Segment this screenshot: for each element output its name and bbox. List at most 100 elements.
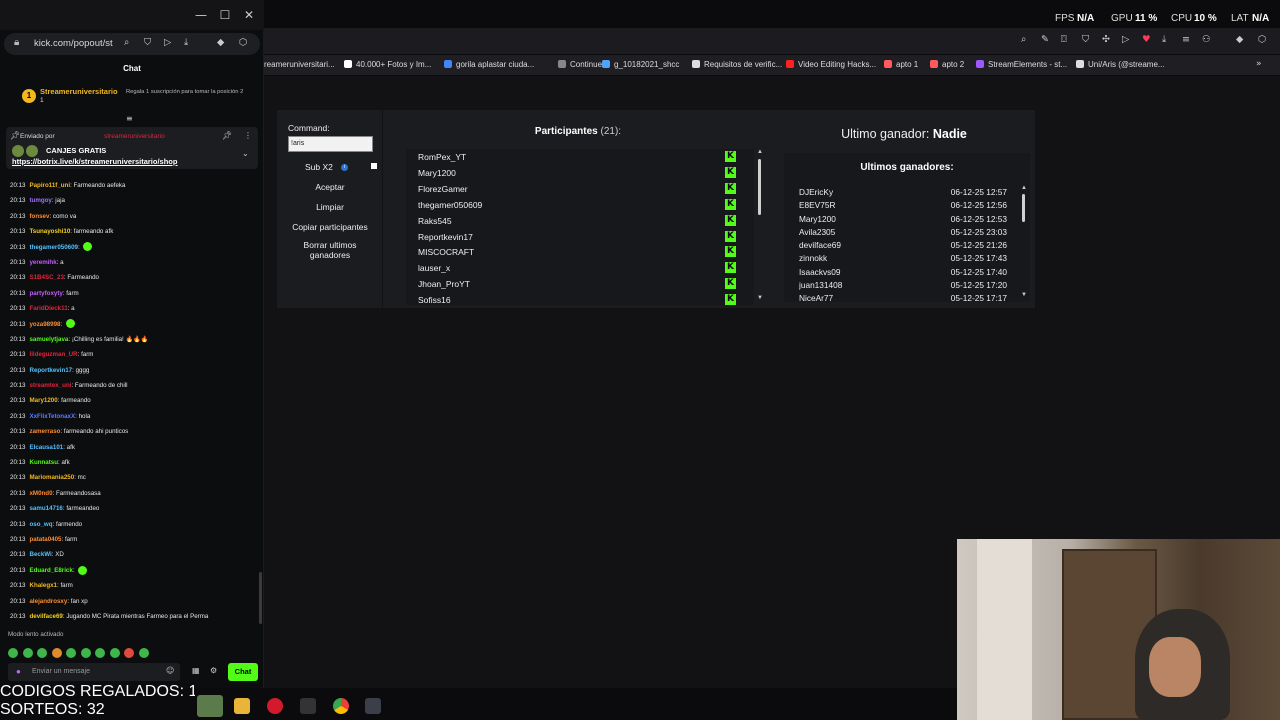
message-username[interactable]: Tsunayoshi10 bbox=[29, 228, 70, 235]
bookmark-item[interactable]: g_10182021_shcc bbox=[602, 60, 679, 69]
vpn-icon[interactable]: ✣ bbox=[1102, 34, 1110, 45]
clear-winners-button[interactable]: Borrar ultimos ganadores bbox=[284, 240, 376, 262]
message-username[interactable]: patata0405 bbox=[29, 536, 61, 543]
participant-row[interactable]: Raks545 K bbox=[418, 213, 748, 229]
unpin-icon[interactable]: 📌︎ bbox=[222, 131, 232, 140]
message-username[interactable]: fonsev bbox=[29, 213, 49, 220]
message-username[interactable]: Elcausa101 bbox=[29, 444, 63, 451]
winners-list[interactable]: DJEricKy 06-12-25 12:57 E8EV75R 06-12-25 12… bbox=[799, 186, 1009, 302]
shield-icon[interactable]: ⛉ bbox=[144, 37, 151, 48]
maximize-icon[interactable]: ☐ bbox=[217, 7, 233, 23]
winners-scrollbar[interactable]: ▲ ▼ bbox=[1020, 185, 1028, 302]
message-username[interactable]: xM0nd0 bbox=[29, 490, 52, 497]
app-thumbnail-icon[interactable] bbox=[197, 695, 223, 717]
participant-row[interactable]: Mary1200 K bbox=[418, 165, 748, 181]
message-username[interactable]: alejandrosxy bbox=[29, 598, 67, 605]
bookmark-item[interactable]: Video Editing Hacks... bbox=[786, 60, 876, 69]
close-icon[interactable]: ✕ bbox=[241, 7, 257, 23]
more-options-icon[interactable]: ⋮ bbox=[244, 131, 252, 140]
message-username[interactable]: samuelytjava bbox=[29, 336, 68, 343]
participant-row[interactable]: thegamer050609 K bbox=[418, 197, 748, 213]
extension-icon[interactable]: ◆ bbox=[1236, 34, 1243, 45]
chevron-down-icon[interactable]: ⌄ bbox=[242, 149, 249, 158]
message-username[interactable]: zamerraso bbox=[29, 428, 60, 435]
accept-button[interactable]: Aceptar bbox=[284, 179, 376, 195]
copy-participants-button[interactable]: Copiar participantes bbox=[284, 219, 376, 235]
bookmark-item[interactable]: apto 2 bbox=[930, 60, 964, 69]
more-bookmarks-icon[interactable]: » bbox=[1256, 59, 1262, 69]
app-icon[interactable] bbox=[300, 698, 316, 714]
scroll-down-icon[interactable]: ▼ bbox=[1020, 292, 1028, 298]
bookmark-item[interactable]: StreamElements - st... bbox=[976, 60, 1067, 69]
participants-scrollbar[interactable]: ▲ ▼ bbox=[756, 149, 764, 305]
message-username[interactable]: Khalegx1 bbox=[29, 582, 57, 589]
message-username[interactable]: streamtex_uni bbox=[29, 382, 71, 389]
message-username[interactable]: BeckWi bbox=[29, 551, 51, 558]
message-username[interactable]: S1B4SC_23 bbox=[29, 274, 63, 281]
message-username[interactable]: Eduard_E8rick bbox=[29, 567, 72, 574]
download-icon[interactable]: ⤓ bbox=[1162, 34, 1166, 45]
info-icon[interactable]: i bbox=[341, 164, 348, 171]
opera-gx-icon[interactable] bbox=[267, 698, 283, 714]
message-username[interactable]: lildeguzman_UR bbox=[29, 351, 77, 358]
bookmark-item[interactable]: Uni/Aris (@streame... bbox=[1076, 60, 1165, 69]
search-icon[interactable]: ⌕ bbox=[124, 37, 129, 48]
mic-icon[interactable]: ● bbox=[16, 667, 21, 676]
message-username[interactable]: thegamer050609 bbox=[29, 244, 78, 251]
heart-icon[interactable]: ♥ bbox=[1142, 34, 1151, 45]
obs-icon[interactable] bbox=[365, 698, 381, 714]
play-icon[interactable]: ▷ bbox=[1122, 34, 1129, 45]
message-username[interactable]: oso_wq bbox=[29, 521, 52, 528]
pinned-link[interactable]: https://botrix.live/k/streameruniversita… bbox=[12, 157, 177, 166]
pinned-sender[interactable]: streameruniversitario bbox=[104, 133, 165, 140]
message-username[interactable]: tumgoy bbox=[29, 197, 51, 204]
message-username[interactable]: devilface69 bbox=[29, 613, 62, 620]
message-username[interactable]: partyfoxyty bbox=[29, 290, 62, 297]
quick-emote-bar[interactable] bbox=[8, 645, 158, 658]
message-username[interactable]: yeremihk bbox=[29, 259, 56, 266]
emoji-icon[interactable]: ☺ bbox=[166, 666, 174, 675]
download-icon[interactable]: ⤓ bbox=[184, 37, 188, 48]
message-username[interactable]: Papiro11f_uni bbox=[29, 182, 70, 189]
sub-x2-checkbox[interactable] bbox=[371, 163, 377, 169]
message-username[interactable]: Mary1200 bbox=[29, 397, 57, 404]
play-icon[interactable]: ▷ bbox=[164, 37, 171, 48]
address-bar[interactable]: 🔒︎ kick.com/popout/st ⌕ ⛉ ▷ ⤓ ◆ ⬡ bbox=[4, 33, 260, 55]
participant-row[interactable]: lauser_x K bbox=[418, 260, 748, 276]
chat-send-button[interactable]: Chat bbox=[228, 663, 258, 681]
menu-icon[interactable]: ≡ bbox=[1182, 34, 1190, 45]
message-username[interactable]: yoza98998 bbox=[29, 321, 60, 328]
participant-row[interactable]: Sofiss16 K bbox=[418, 292, 748, 305]
cube-icon[interactable]: ⬡ bbox=[239, 37, 247, 48]
participant-row[interactable]: Jhoan_ProYT K bbox=[418, 276, 748, 292]
scroll-up-icon[interactable]: ▲ bbox=[1020, 185, 1028, 191]
bookmark-item[interactable]: Continue bbox=[558, 60, 602, 69]
message-username[interactable]: samu14716 bbox=[29, 505, 62, 512]
bookmark-item[interactable]: reameruniversitari... bbox=[264, 60, 335, 69]
message-username[interactable]: XxFlixTetonaxX bbox=[29, 413, 75, 420]
cube-icon[interactable]: ⬡ bbox=[1258, 34, 1266, 45]
shield-icon[interactable]: ⛉ bbox=[1082, 34, 1089, 45]
bookmark-item[interactable]: gorila aplastar ciuda... bbox=[444, 60, 534, 69]
participant-row[interactable]: MISCOCRAFT K bbox=[418, 244, 748, 260]
bookmark-item[interactable]: 40.000+ Fotos y Im... bbox=[344, 60, 431, 69]
message-username[interactable]: Reportkevin17 bbox=[29, 367, 72, 374]
collapse-icon[interactable]: ≡ bbox=[126, 114, 133, 123]
extension-icon[interactable]: ◆ bbox=[217, 37, 224, 48]
chrome-icon[interactable] bbox=[333, 698, 349, 714]
clear-button[interactable]: Limpiar bbox=[284, 199, 376, 215]
edit-icon[interactable]: ✎ bbox=[1041, 34, 1049, 45]
participant-row[interactable]: RomPex_YT K bbox=[418, 149, 748, 165]
participants-list[interactable]: RomPex_YT K Mary1200 K FlorezGamer Kthegamer0… bbox=[406, 149, 754, 305]
command-input[interactable]: !aris bbox=[288, 136, 373, 152]
scroll-thumb[interactable] bbox=[1022, 194, 1025, 222]
profile-icon[interactable]: ⚇ bbox=[1202, 34, 1211, 45]
scroll-thumb[interactable] bbox=[758, 159, 761, 215]
minimize-icon[interactable]: — bbox=[193, 7, 209, 23]
participant-row[interactable]: Reportkevin17 K bbox=[418, 229, 748, 245]
bookmark-item[interactable]: apto 1 bbox=[884, 60, 918, 69]
file-explorer-icon[interactable] bbox=[234, 698, 250, 714]
message-username[interactable]: Kunnatsu bbox=[29, 459, 58, 466]
scroll-down-icon[interactable]: ▼ bbox=[756, 295, 764, 301]
settings-icon[interactable]: ⚙ bbox=[210, 666, 217, 675]
